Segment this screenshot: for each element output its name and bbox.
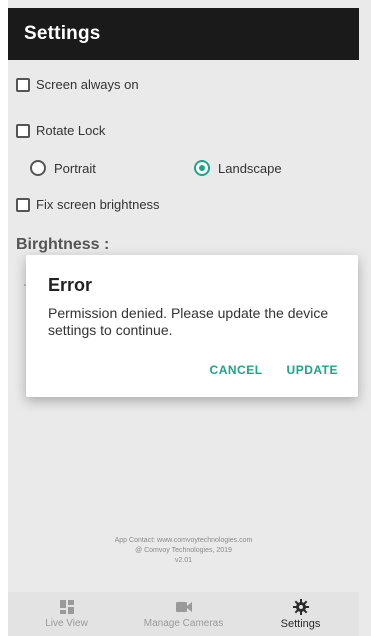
- left-edge: [0, 0, 8, 636]
- dialog-actions: CANCEL UPDATE: [210, 363, 338, 377]
- rotate-lock-checkbox[interactable]: [16, 123, 30, 138]
- footer-copyright: @ Comvoy Technologies, 2019: [135, 547, 232, 554]
- grid-icon: [59, 599, 75, 615]
- error-dialog: Error Permission denied. Please update t…: [26, 255, 358, 397]
- bottom-navigation: Live View Manage Cameras Settings: [8, 592, 359, 636]
- app-bar: Settings: [8, 8, 359, 60]
- gear-icon: [292, 598, 309, 615]
- app-footer: App Contact: www.comvoytechnologies.com …: [8, 536, 359, 566]
- rotate-lock-row[interactable]: Rotate Lock: [16, 123, 105, 138]
- fix-brightness-row[interactable]: Fix screen brightness: [16, 197, 160, 212]
- nav-settings[interactable]: Settings: [242, 592, 359, 636]
- rotate-lock-label: Rotate Lock: [36, 123, 106, 138]
- nav-settings-label: Settings: [280, 617, 321, 630]
- landscape-label: Landscape: [218, 160, 282, 176]
- nav-live-view-label: Live View: [45, 618, 88, 629]
- cancel-button[interactable]: CANCEL: [210, 363, 263, 377]
- page-title: Settings: [24, 23, 101, 44]
- nav-live-view[interactable]: Live View: [8, 592, 125, 636]
- landscape-radio[interactable]: [194, 160, 210, 176]
- footer-version: v2.01: [174, 557, 193, 564]
- nav-manage-cameras[interactable]: Manage Cameras: [125, 592, 242, 636]
- update-button[interactable]: UPDATE: [287, 363, 338, 377]
- phone-frame: Settings Screen always on Rotate Lock Po…: [0, 0, 371, 636]
- portrait-label: Portrait: [54, 160, 96, 176]
- brightness-title: Birghtness :: [16, 236, 110, 253]
- portrait-option[interactable]: Portrait: [30, 160, 96, 176]
- dialog-title: Error: [48, 275, 93, 295]
- screen-always-on-checkbox[interactable]: [16, 77, 30, 92]
- dialog-message: Permission denied. Please update the dev…: [48, 305, 329, 338]
- nav-manage-cameras-label: Manage Cameras: [143, 618, 224, 629]
- fix-brightness-label: Fix screen brightness: [36, 197, 160, 212]
- camera-icon: [175, 599, 192, 615]
- landscape-option[interactable]: Landscape: [194, 160, 282, 176]
- footer-contact: App Contact: www.comvoytechnologies.com: [114, 537, 253, 544]
- screen-always-on-row[interactable]: Screen always on: [16, 77, 139, 92]
- fix-brightness-checkbox[interactable]: [16, 197, 30, 212]
- screen-always-on-label: Screen always on: [36, 77, 139, 92]
- portrait-radio[interactable]: [30, 160, 46, 176]
